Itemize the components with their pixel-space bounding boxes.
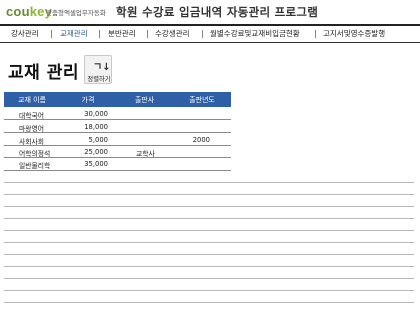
menu-item-invoices[interactable]: 고지서및영수증발행 [323,28,385,39]
column-header-year: 출판년도 [189,96,215,104]
cell-price[interactable]: 18,000 [84,123,108,131]
menu-item-monthly-payments[interactable]: 월별수강료및교재비입금현황 [210,28,300,39]
cell-price[interactable]: 35,000 [84,160,108,168]
menu-item-students[interactable]: 수강생관리 [155,28,190,39]
empty-row-line [4,182,414,183]
cell-year[interactable]: 2000 [193,136,210,144]
row-divider [4,132,231,133]
menu-separator [99,30,100,38]
menu-separator [315,30,316,38]
title-bar: coukey 맞춤형엑셀업무자동화 학원 수강료 입금내역 자동관리 프로그램 [0,0,420,24]
menu-item-instructors[interactable]: 강사관리 [11,28,39,39]
empty-row-line [4,266,414,267]
menu-separator [147,30,148,38]
empty-row-line [4,206,414,207]
empty-row-line [4,230,414,231]
column-header-publisher: 출판사 [134,96,155,104]
menu-divider [0,42,420,43]
menu-bar: 강사관리 교재관리 분반관리 수강생관리 월별수강료및교재비입금현황 고지서및영… [0,26,420,42]
logo-subtitle: 맞춤형엑셀업무자동화 [46,9,106,17]
cell-price[interactable]: 5,000 [89,136,108,144]
empty-row-line [4,290,414,291]
logo-main: cou [6,4,30,19]
row-divider [4,170,231,171]
menu-item-textbooks[interactable]: 교재관리 [60,28,88,39]
sort-button-label: 정렬하기 [87,76,111,83]
menu-separator [51,30,52,38]
app-title: 학원 수강료 입금내역 자동관리 프로그램 [116,5,319,19]
row-divider [4,157,231,158]
table-header: 교재 이름 가격 출판사 출판년도 [4,92,231,107]
column-header-price: 가격 [81,96,95,104]
page-title: 교재 관리 [8,63,79,83]
cell-price[interactable]: 30,000 [84,110,108,118]
sort-button[interactable]: ㄱ↓ 정렬하기 [84,55,112,84]
row-divider [4,119,231,120]
menu-item-classes[interactable]: 분반관리 [108,28,136,39]
cell-name[interactable]: 일반물리학 [19,160,50,170]
empty-row-line [4,194,414,195]
cell-price[interactable]: 25,000 [84,148,108,156]
column-header-name: 교재 이름 [18,96,46,104]
empty-row-line [4,302,414,303]
row-divider [4,145,231,146]
empty-row-line [4,254,414,255]
empty-row-line [4,278,414,279]
sort-icon: ㄱ↓ [93,62,111,73]
empty-row-line [4,242,414,243]
empty-row-line [4,218,414,219]
menu-separator [202,30,203,38]
